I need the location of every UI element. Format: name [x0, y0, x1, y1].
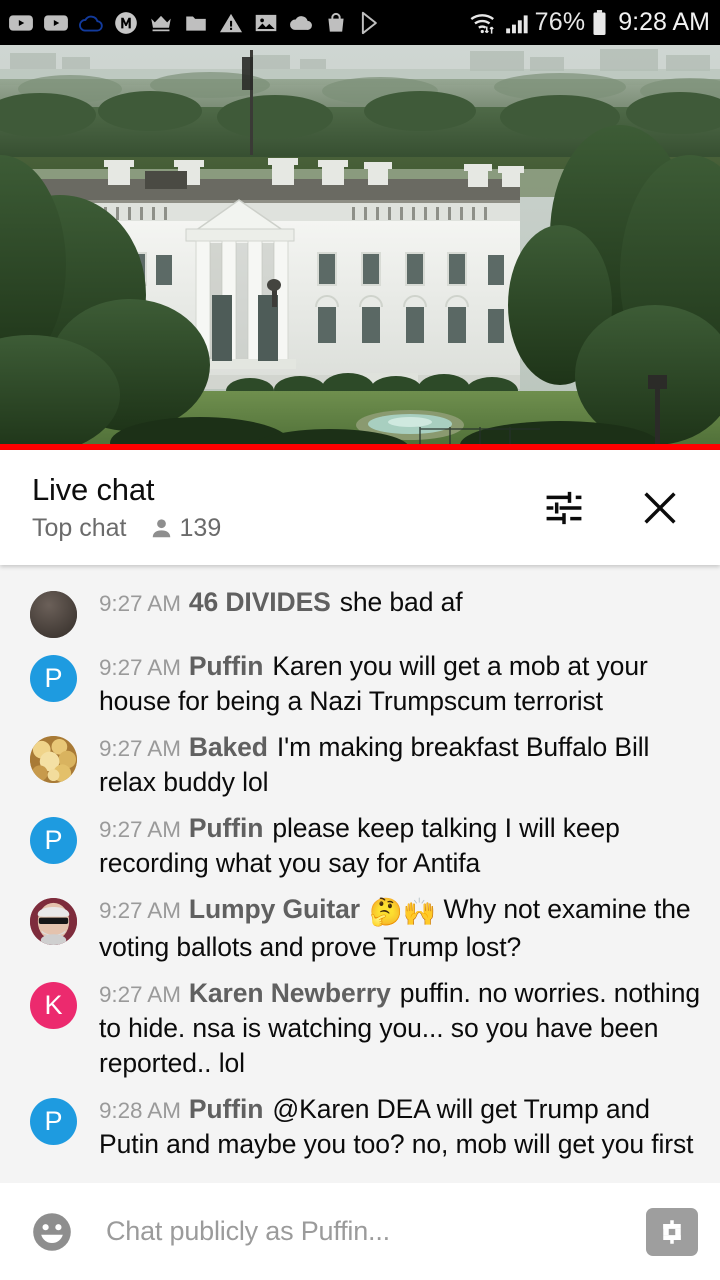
avatar-initial: P: [44, 663, 63, 693]
avatar[interactable]: [30, 591, 77, 638]
message-author[interactable]: Lumpy Guitar: [189, 894, 360, 924]
chat-header-titles: Live chat Top chat 139: [32, 472, 538, 544]
chat-input-field[interactable]: Chat publicly as Puffin...: [106, 1216, 646, 1247]
message-timestamp: 9:27 AM: [99, 897, 181, 923]
chat-settings-button[interactable]: [538, 482, 590, 534]
tune-sliders-icon: [546, 491, 582, 524]
person-icon: [152, 519, 170, 538]
chat-message[interactable]: K 9:27 AM Karen Newberry puffin. no worries…: [0, 970, 720, 1086]
message-timestamp: 9:27 AM: [99, 591, 181, 616]
chat-header-actions: [538, 482, 694, 534]
page-title: Live chat: [32, 471, 155, 507]
super-chat-button[interactable]: [646, 1207, 698, 1256]
viewer-count: 139: [149, 514, 222, 543]
status-bar-system-icons: 76% 9:28 AM: [469, 8, 710, 37]
chat-message[interactable]: 9:27 AM 46 DIVIDES she bad af: [0, 579, 720, 643]
viewer-count-label: 139: [179, 514, 222, 543]
white-house-video-frame: [0, 45, 720, 450]
crown-icon: [151, 15, 171, 31]
message-author[interactable]: Puffin: [189, 651, 264, 681]
message-text: Karen you will get a mob at your house f…: [99, 651, 648, 716]
avatar-initial: P: [44, 1106, 63, 1137]
chat-message[interactable]: P 9:27 AM Puffin please keep talking I will…: [0, 805, 720, 886]
cloud-outline-icon: [79, 15, 103, 32]
message-timestamp: 9:27 AM: [99, 816, 181, 842]
chat-input-bar: Chat publicly as Puffin...: [0, 1183, 720, 1280]
folder-icon: [186, 16, 206, 31]
video-player[interactable]: [0, 45, 720, 450]
chat-message[interactable]: 9:27 AM Lumpy Guitar 🤔🙌 Why not examine th…: [0, 886, 720, 971]
shopping-bag-icon: [328, 12, 344, 32]
message-text: she bad af: [339, 587, 463, 617]
avatar-initial: P: [44, 824, 63, 855]
avatar[interactable]: K: [30, 982, 77, 1030]
chat-message[interactable]: P 9:27 AM Puffin Karen you will get a mob a…: [0, 643, 720, 724]
emoji-button[interactable]: [28, 1208, 76, 1256]
avatar[interactable]: P: [30, 655, 77, 702]
m-circle-icon: [115, 11, 137, 34]
status-bar-notification-icons: [8, 10, 469, 36]
chat-message[interactable]: P 9:28 AM Puffin @Karen DEA will get Trump …: [0, 1086, 720, 1167]
avatar-initial: K: [44, 990, 63, 1021]
message-author[interactable]: Baked: [189, 732, 268, 762]
avatar[interactable]: P: [30, 816, 77, 864]
avatar-photo: [30, 591, 77, 638]
message-timestamp: 9:27 AM: [99, 982, 181, 1008]
message-timestamp: 9:27 AM: [99, 655, 181, 680]
chat-message-body: 9:27 AM Lumpy Guitar 🤔🙌 Why not examine th…: [99, 891, 706, 966]
clock-label: 9:28 AM: [618, 8, 710, 36]
battery-icon: [593, 9, 606, 35]
avatar[interactable]: [30, 897, 77, 945]
chat-message-body: 9:27 AM 46 DIVIDES she bad af: [99, 584, 706, 620]
youtube-icon: [9, 14, 33, 31]
chat-header-subtitle: Top chat 139: [32, 514, 538, 543]
avatar[interactable]: [30, 735, 77, 783]
emoji-smiley-icon: [33, 1212, 71, 1251]
message-timestamp: 9:28 AM: [99, 1098, 181, 1124]
chat-message-body: 9:27 AM Puffin Karen you will get a mob at…: [99, 648, 706, 719]
message-author[interactable]: Puffin: [189, 1094, 264, 1124]
message-timestamp: 9:27 AM: [99, 735, 181, 761]
close-chat-button[interactable]: [634, 482, 686, 534]
avatar-photo: [30, 735, 77, 783]
message-author[interactable]: Puffin: [189, 813, 264, 843]
youtube-icon: [44, 14, 68, 31]
youtube-live-chat-screen: 76% 9:28 AM Live chat Top chat 139 9:27 …: [0, 0, 720, 1280]
message-emoji: 🤔🙌: [368, 896, 437, 927]
chat-message-list[interactable]: 9:27 AM 46 DIVIDES she bad af P 9:27 AM Puffi…: [0, 565, 720, 1183]
play-store-icon: [361, 11, 377, 34]
avatar-photo: [30, 897, 77, 945]
dollar-superchat-icon: [663, 1219, 681, 1244]
image-icon: [255, 14, 277, 31]
status-bar: 76% 9:28 AM: [0, 0, 720, 45]
warning-triangle-icon: [219, 13, 243, 32]
avatar[interactable]: P: [30, 1098, 77, 1146]
chat-message-body: 9:27 AM Baked I'm making breakfast Buffalo…: [99, 729, 706, 800]
message-text: I'm making breakfast Buffalo Bill relax …: [99, 731, 650, 797]
chat-message-body: 9:28 AM Puffin @Karen DEA will get Trump a…: [99, 1091, 706, 1162]
wifi-data-icon: [470, 13, 494, 34]
live-chat-header: Live chat Top chat 139: [0, 450, 720, 565]
battery-percent-label: 76%: [534, 8, 586, 36]
close-x-icon: [644, 491, 676, 524]
chat-message[interactable]: 9:27 AM Baked I'm making breakfast Buffalo…: [0, 724, 720, 805]
signal-bars-icon: [505, 14, 528, 33]
cloud-icon: [290, 15, 312, 30]
chat-message-body: 9:27 AM Karen Newberry puffin. no worries.…: [99, 975, 706, 1081]
message-author[interactable]: 46 DIVIDES: [189, 587, 331, 617]
message-author[interactable]: Karen Newberry: [189, 978, 391, 1008]
chat-mode-label[interactable]: Top chat: [32, 514, 127, 543]
chat-message-body: 9:27 AM Puffin please keep talking I will …: [99, 810, 706, 881]
